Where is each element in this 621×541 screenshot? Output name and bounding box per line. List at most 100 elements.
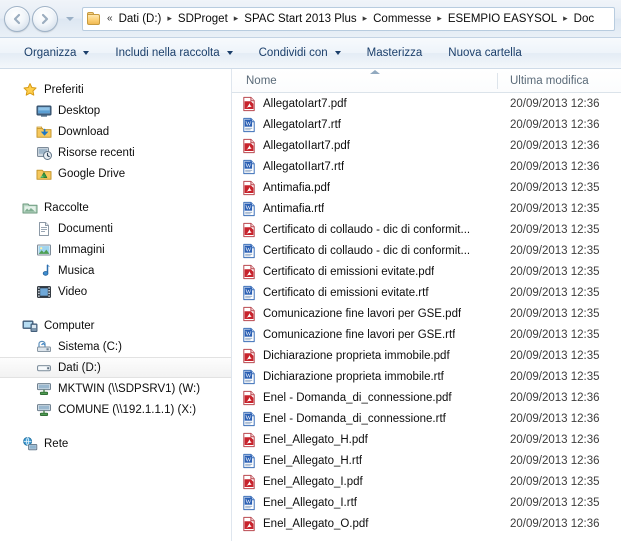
file-name-cell[interactable]: W Certificato di collaudo - dic di confor… bbox=[232, 243, 498, 259]
file-row[interactable]: W AllegatoIIart7.rtf 20/09/2013 12:36 bbox=[232, 156, 621, 177]
breadcrumb-separator-icon[interactable]: ▸ bbox=[230, 14, 243, 23]
sidebar-item-immagini[interactable]: Immagini bbox=[0, 239, 231, 260]
file-row[interactable]: W Comunicazione fine lavori per GSE.rtf 20… bbox=[232, 324, 621, 345]
address-bar[interactable]: « Dati (D:) ▸ SDProget ▸ SPAC Start 2013… bbox=[82, 6, 615, 31]
chevron-down-icon bbox=[334, 51, 341, 55]
file-name-cell[interactable]: Certificato di collaudo - dic di conform… bbox=[232, 222, 498, 238]
sidebar-item-comune-x[interactable]: COMUNE (\\192.1.1.1) (X:) bbox=[0, 399, 231, 420]
file-name-cell[interactable]: AllegatoIIart7.pdf bbox=[232, 138, 498, 154]
file-name-cell[interactable]: W AllegatoIIart7.rtf bbox=[232, 159, 498, 175]
file-name-cell[interactable]: W Enel - Domanda_di_connessione.rtf bbox=[232, 411, 498, 427]
file-name-cell[interactable]: W Certificato di emissioni evitate.rtf bbox=[232, 285, 498, 301]
file-name-cell[interactable]: AllegatoIart7.pdf bbox=[232, 96, 498, 112]
sidebar-item-label: Google Drive bbox=[58, 167, 126, 180]
file-name-cell[interactable]: Enel_Allegato_I.pdf bbox=[232, 474, 498, 490]
file-name-cell[interactable]: W Dichiarazione proprieta immobile.rtf bbox=[232, 369, 498, 385]
sidebar-group-raccolte[interactable]: Raccolte bbox=[0, 197, 231, 218]
recent-pages-button[interactable] bbox=[63, 9, 77, 29]
breadcrumb-item-1[interactable]: SDProget bbox=[176, 12, 230, 26]
file-name-cell[interactable]: W Enel_Allegato_H.rtf bbox=[232, 453, 498, 469]
breadcrumb-item-4[interactable]: ESEMPIO EASYSOL bbox=[446, 12, 559, 26]
file-row[interactable]: Enel_Allegato_I.pdf 20/09/2013 12:35 bbox=[232, 471, 621, 492]
sidebar-item-musica[interactable]: Musica bbox=[0, 260, 231, 281]
file-row[interactable]: W Certificato di collaudo - dic di confor… bbox=[232, 240, 621, 261]
file-row[interactable]: AllegatoIart7.pdf 20/09/2013 12:36 bbox=[232, 93, 621, 114]
sidebar-group-preferiti[interactable]: Preferiti bbox=[0, 79, 231, 100]
forward-button[interactable] bbox=[32, 5, 58, 32]
file-name-label: Comunicazione fine lavori per GSE.pdf bbox=[263, 307, 462, 320]
file-name-cell[interactable]: W Comunicazione fine lavori per GSE.rtf bbox=[232, 327, 498, 343]
file-row[interactable]: W Dichiarazione proprieta immobile.rtf 20/… bbox=[232, 366, 621, 387]
file-row[interactable]: Enel - Domanda_di_connessione.pdf 20/09/2… bbox=[232, 387, 621, 408]
file-row[interactable]: W Enel_Allegato_I.rtf 20/09/2013 12:35 bbox=[232, 492, 621, 513]
network-drive-icon bbox=[36, 402, 52, 418]
sidebar-item-download[interactable]: Download bbox=[0, 121, 231, 142]
file-name-cell[interactable]: W Antimafia.rtf bbox=[232, 201, 498, 217]
sidebar-item-mktwin-w[interactable]: MKTWIN (\\SDPSRV1) (W:) bbox=[0, 378, 231, 399]
toolbar-button-includi-nella-raccolta[interactable]: Includi nella raccolta bbox=[105, 42, 242, 65]
chevron-down-icon bbox=[226, 51, 233, 55]
file-row[interactable]: W Enel_Allegato_H.rtf 20/09/2013 12:36 bbox=[232, 450, 621, 471]
breadcrumb-item-2[interactable]: SPAC Start 2013 Plus bbox=[242, 12, 358, 26]
file-modified-cell: 20/09/2013 12:36 bbox=[510, 139, 600, 152]
toolbar-button-masterizza[interactable]: Masterizza bbox=[357, 42, 433, 65]
file-name-cell[interactable]: Enel_Allegato_H.pdf bbox=[232, 432, 498, 448]
breadcrumb-separator-icon[interactable]: ▸ bbox=[433, 14, 446, 23]
sidebar-item-video[interactable]: Video bbox=[0, 281, 231, 302]
file-row[interactable]: W Antimafia.rtf 20/09/2013 12:35 bbox=[232, 198, 621, 219]
sidebar-item-label: Documenti bbox=[58, 222, 113, 235]
file-name-label: AllegatoIIart7.rtf bbox=[263, 160, 345, 173]
sidebar-item-dati-d[interactable]: Dati (D:) bbox=[0, 357, 231, 378]
breadcrumb-item-3[interactable]: Commesse bbox=[371, 12, 433, 26]
breadcrumb-item-5[interactable]: Doc bbox=[572, 12, 596, 26]
rtf-file-icon: W bbox=[241, 327, 257, 343]
breadcrumb-separator-icon[interactable]: ▸ bbox=[163, 14, 176, 23]
sidebar-item-google-drive[interactable]: Google Drive bbox=[0, 163, 231, 184]
file-name-label: Dichiarazione proprieta immobile.rtf bbox=[263, 370, 444, 383]
file-row[interactable]: Certificato di emissioni evitate.pdf 20/0… bbox=[232, 261, 621, 282]
sidebar-item-label: Risorse recenti bbox=[58, 146, 135, 159]
file-row[interactable]: Certificato di collaudo - dic di conform… bbox=[232, 219, 621, 240]
file-row[interactable]: Dichiarazione proprieta immobile.pdf 20/0… bbox=[232, 345, 621, 366]
file-name-cell[interactable]: Dichiarazione proprieta immobile.pdf bbox=[232, 348, 498, 364]
file-row[interactable]: Antimafia.pdf 20/09/2013 12:35 bbox=[232, 177, 621, 198]
breadcrumb-item-0[interactable]: Dati (D:) bbox=[117, 12, 164, 26]
back-button[interactable] bbox=[4, 5, 30, 32]
navigation-buttons bbox=[4, 5, 79, 32]
file-row[interactable]: W Certificato di emissioni evitate.rtf 20/… bbox=[232, 282, 621, 303]
sidebar-item-desktop[interactable]: Desktop bbox=[0, 100, 231, 121]
column-header-ultima-modifica[interactable]: Ultima modifica bbox=[498, 69, 621, 93]
toolbar-button-condividi-con[interactable]: Condividi con bbox=[249, 42, 351, 65]
file-rows-container[interactable]: AllegatoIart7.pdf 20/09/2013 12:36 W Allega… bbox=[232, 93, 621, 541]
breadcrumb-overflow-icon[interactable]: « bbox=[105, 13, 117, 24]
file-name-cell[interactable]: Antimafia.pdf bbox=[232, 180, 498, 196]
pdf-file-icon bbox=[241, 180, 257, 196]
file-row[interactable]: Comunicazione fine lavori per GSE.pdf 20/… bbox=[232, 303, 621, 324]
breadcrumb-separator-icon[interactable]: ▸ bbox=[559, 14, 572, 23]
file-row[interactable]: AllegatoIIart7.pdf 20/09/2013 12:36 bbox=[232, 135, 621, 156]
file-row[interactable]: W Enel - Domanda_di_connessione.rtf 20/09/… bbox=[232, 408, 621, 429]
recent-places-icon bbox=[36, 145, 52, 161]
file-row[interactable]: W AllegatoIart7.rtf 20/09/2013 12:36 bbox=[232, 114, 621, 135]
column-header-nome[interactable]: Nome bbox=[232, 69, 498, 93]
file-name-cell[interactable]: Certificato di emissioni evitate.pdf bbox=[232, 264, 498, 280]
file-name-cell[interactable]: W Enel_Allegato_I.rtf bbox=[232, 495, 498, 511]
file-name-cell[interactable]: W AllegatoIart7.rtf bbox=[232, 117, 498, 133]
file-name-cell[interactable]: Comunicazione fine lavori per GSE.pdf bbox=[232, 306, 498, 322]
svg-text:W: W bbox=[245, 498, 252, 505]
file-name-cell[interactable]: Enel_Allegato_O.pdf bbox=[232, 516, 498, 532]
sidebar-item-risorse-recenti[interactable]: Risorse recenti bbox=[0, 142, 231, 163]
file-row[interactable]: Enel_Allegato_H.pdf 20/09/2013 12:36 bbox=[232, 429, 621, 450]
sidebar-group-rete[interactable]: Rete bbox=[0, 433, 231, 454]
breadcrumb-separator-icon[interactable]: ▸ bbox=[359, 14, 372, 23]
sidebar-item-sistema-c[interactable]: Sistema (C:) bbox=[0, 336, 231, 357]
sidebar-group-computer[interactable]: Computer bbox=[0, 315, 231, 336]
toolbar-button-organizza[interactable]: Organizza bbox=[14, 42, 99, 65]
file-name-cell[interactable]: Enel - Domanda_di_connessione.pdf bbox=[232, 390, 498, 406]
libraries-icon bbox=[22, 200, 38, 216]
sidebar-item-documenti[interactable]: Documenti bbox=[0, 218, 231, 239]
toolbar-button-nuova-cartella[interactable]: Nuova cartella bbox=[438, 42, 532, 65]
rtf-file-icon: W bbox=[241, 159, 257, 175]
file-row[interactable]: Enel_Allegato_O.pdf 20/09/2013 12:36 bbox=[232, 513, 621, 534]
